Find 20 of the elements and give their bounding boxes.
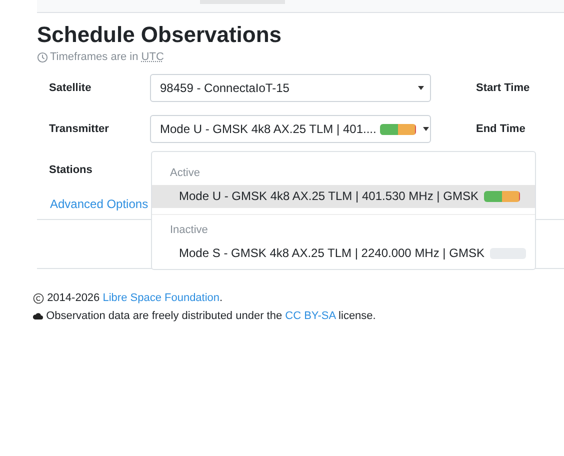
cloud-icon	[33, 312, 43, 320]
satellite-select[interactable]: 98459 - ConnectaIoT-15	[150, 74, 431, 102]
dropdown-option[interactable]: Mode U - GMSK 4k8 AX.25 TLM | 401.530 MHz | GMSK	[152, 185, 535, 208]
field-label: Start Time	[476, 82, 531, 94]
caret-icon	[418, 86, 424, 90]
copyright-text: 2014-2026 Libre Space Foundation.	[47, 292, 223, 304]
clock-icon	[37, 52, 48, 62]
field-label: Stations	[48, 164, 94, 176]
group-label: Inactive	[169, 223, 209, 238]
transmitter-select[interactable]: Mode U - GMSK 4k8 AX.25 TLM | 401....	[150, 115, 431, 143]
timezone-note: Timeframes are in UTC	[50, 51, 164, 63]
caret-icon	[423, 127, 430, 131]
field-label: Transmitter	[48, 123, 110, 135]
license-text: Observation data are freely distributed under the CC BY-SA license.	[46, 310, 376, 322]
dropdown-option[interactable]: Mode S - GMSK 4k8 AX.25 TLM | 2240.000 MHz | GMSK	[152, 242, 535, 265]
field-label: End Time	[476, 123, 526, 135]
page-title: Schedule Observations	[37, 21, 283, 49]
field-label: Satellite	[48, 82, 92, 94]
copyright-icon	[33, 292, 44, 304]
group-label: Active	[169, 166, 201, 181]
